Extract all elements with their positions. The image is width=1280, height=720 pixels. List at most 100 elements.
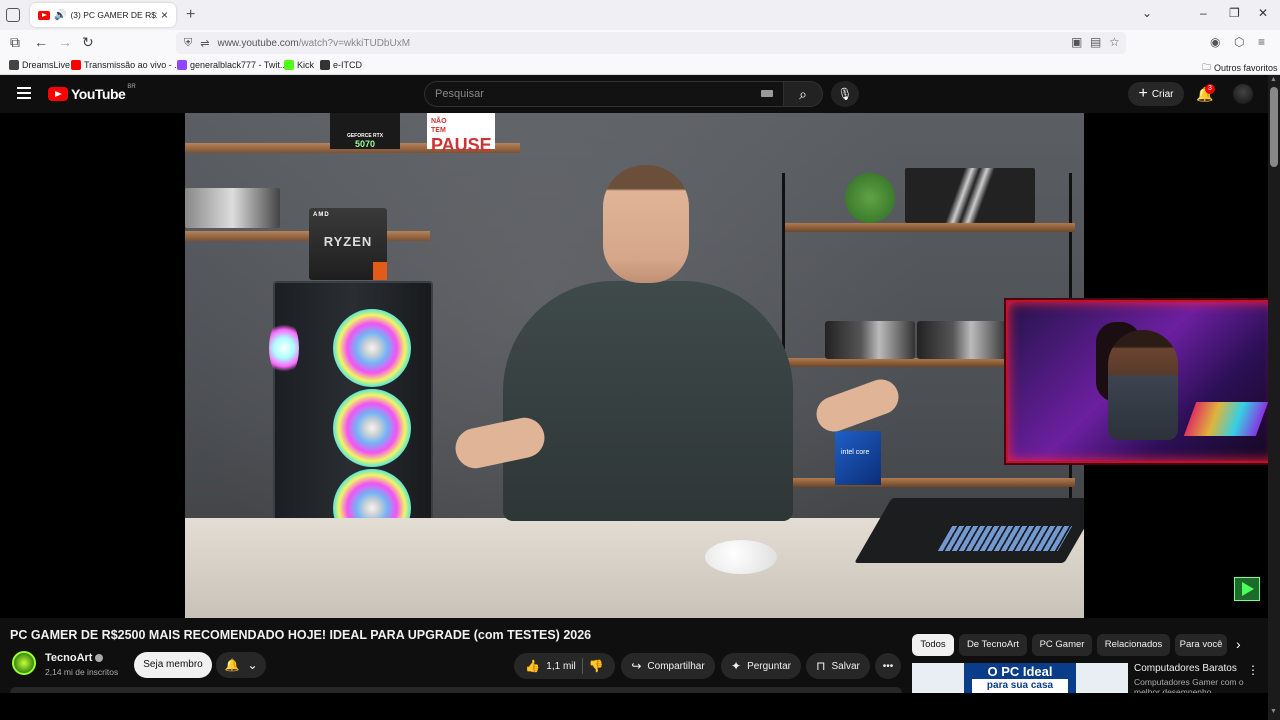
webcam-overlay	[1006, 300, 1278, 463]
shield-icon[interactable]: ⛨	[184, 37, 192, 50]
page-scrollbar[interactable]: ▲ ▼	[1268, 75, 1280, 720]
thumb-line-1: O PC Ideal	[987, 664, 1053, 679]
other-bookmarks[interactable]: 🗀 Outros favoritos	[1202, 60, 1278, 76]
bookmarks-bar: DreamsLive Transmissão ao vivo - ... gen…	[0, 56, 1280, 75]
recommendation-thumbnail[interactable]: O PC Ideal para sua casa	[912, 663, 1128, 693]
menu-icon[interactable]: ≡	[1258, 35, 1265, 49]
scroll-up-icon[interactable]: ▲	[1270, 76, 1277, 83]
keyboard-icon[interactable]	[761, 90, 773, 97]
chevron-down-icon: ⌄	[247, 658, 258, 672]
browser-nav-bar: ⧉ ← → ↻ ⛨ ⇌ www.youtube.com/watch?v=wkki…	[0, 30, 1280, 56]
youtube-logo[interactable]: YouTube BR	[48, 84, 136, 102]
tab-title: (3) PC GAMER DE R$2500 MAIS	[70, 10, 157, 20]
scroll-down-icon[interactable]: ▼	[1270, 708, 1277, 715]
sparkle-icon: ✦	[731, 659, 742, 673]
youtube-icon	[71, 60, 81, 70]
video-player[interactable]: GEFORCE RTX 5070 NÃO TEM PAUSE AMD RYZEN in…	[0, 113, 1278, 618]
share-icon: ↪	[631, 659, 642, 673]
page-bottom	[0, 693, 1268, 720]
plant	[845, 173, 895, 223]
subscriber-count: 2,14 mi de inscritos	[45, 667, 119, 677]
share-button[interactable]: ↪ Compartilhar	[621, 653, 715, 679]
search-button[interactable]: ⌕	[783, 81, 823, 107]
microphone-icon: 🎙	[837, 87, 853, 101]
bookmark-label: Kick	[297, 60, 315, 70]
intel-box: intel core	[835, 431, 881, 485]
site-info-icon[interactable]: ⇌	[200, 37, 209, 50]
recommendation-title[interactable]: Computadores Baratos	[1134, 663, 1237, 674]
reload-icon[interactable]: ↻	[82, 34, 94, 51]
chip-pc-gamer[interactable]: PC Gamer	[1032, 634, 1092, 656]
reader-view-icon[interactable]: ▤	[1090, 35, 1101, 49]
chip-de-tecnoart[interactable]: De TecnoArt	[959, 634, 1027, 656]
thumbnail-text: O PC Ideal para sua casa	[964, 663, 1076, 693]
divider	[581, 658, 583, 674]
avatar[interactable]	[1233, 84, 1253, 104]
side-fan	[269, 318, 299, 378]
tab-overflow-chevron-icon[interactable]: ⌄	[1142, 6, 1152, 20]
channel-avatar[interactable]	[12, 651, 36, 675]
search-input[interactable]: Pesquisar	[424, 81, 785, 107]
kick-icon	[284, 60, 294, 70]
join-button[interactable]: Seja membro	[134, 652, 212, 678]
like-icon[interactable]: 👍	[525, 659, 540, 673]
bookmark-star-icon[interactable]: ☆	[1109, 35, 1120, 49]
youtube-masthead: YouTube BR Pesquisar ⌕ 🎙 + Criar 🔔 3	[0, 75, 1280, 113]
browser-tab-active[interactable]: 🔊 (3) PC GAMER DE R$2500 MAIS ×	[30, 3, 176, 27]
url-path: /watch?v=wkkiTUDbUxM	[298, 37, 411, 49]
close-tab-icon[interactable]: ×	[161, 8, 168, 22]
bookmark-item[interactable]: Kick	[284, 60, 314, 70]
bookmark-item[interactable]: DreamsLive	[9, 60, 70, 70]
presenter-body	[503, 281, 793, 521]
dislike-icon[interactable]: 👎	[589, 659, 604, 673]
voice-search-button[interactable]: 🎙	[831, 81, 859, 107]
mouse	[705, 540, 777, 574]
address-bar[interactable]: ⛨ ⇌ www.youtube.com/watch?v=wkkiTUDbUxM	[176, 32, 1126, 54]
shelf-board	[785, 223, 1075, 232]
minimize-window-icon[interactable]: –	[1200, 6, 1207, 20]
channel-name[interactable]: TecnoArt	[45, 652, 92, 664]
more-actions-button[interactable]: •••	[875, 653, 901, 679]
hamburger-menu-icon[interactable]	[17, 87, 31, 99]
search-icon: ⌕	[799, 86, 807, 102]
bookmark-item[interactable]: Transmissão ao vivo - ...	[71, 60, 182, 70]
speaker-icon[interactable]: 🔊	[54, 10, 66, 21]
like-count[interactable]: 1,1 mil	[546, 661, 575, 672]
chip-para-voce[interactable]: Para você	[1175, 634, 1227, 656]
presenter-head	[603, 165, 689, 283]
sidebar-toggle-icon[interactable]: ⧉	[10, 34, 20, 51]
video-title: PC GAMER DE R$2500 MAIS RECOMENDADO HOJE…	[10, 628, 592, 642]
video-frame[interactable]: GEFORCE RTX 5070 NÃO TEM PAUSE AMD RYZEN in…	[185, 113, 1084, 618]
tab-list-icon[interactable]	[6, 8, 20, 22]
restore-window-icon[interactable]: ❐	[1229, 6, 1240, 20]
folder-icon: 🗀	[1202, 62, 1212, 72]
ask-label: Perguntar	[747, 660, 791, 672]
bookmark-item[interactable]: generalblack777 - Twit...	[177, 60, 287, 70]
dreamslive-icon	[9, 60, 19, 70]
save-button[interactable]: ⊓ Salvar	[806, 653, 870, 679]
chip-todos[interactable]: Todos	[912, 634, 954, 656]
chip-relacionados[interactable]: Relacionados	[1097, 634, 1170, 656]
channel-name-row[interactable]: TecnoArt	[45, 652, 104, 664]
subscription-bell-button[interactable]: 🔔 ⌄	[216, 652, 266, 678]
create-button[interactable]: + Criar	[1128, 82, 1184, 106]
more-vertical-icon[interactable]: ⋮	[1247, 663, 1259, 677]
play-next-icon[interactable]	[1234, 577, 1260, 601]
chevron-right-icon[interactable]: ›	[1236, 636, 1241, 652]
ask-button[interactable]: ✦ Perguntar	[721, 653, 801, 679]
gpu-cooler	[185, 188, 280, 228]
picture-in-picture-icon[interactable]: ▣	[1071, 35, 1082, 49]
scroll-thumb[interactable]	[1270, 87, 1278, 167]
new-tab-icon[interactable]: +	[186, 6, 195, 24]
bookmark-label: e-ITCD	[333, 60, 362, 70]
streamer	[1108, 330, 1178, 440]
rgb-fan	[333, 389, 411, 467]
close-window-icon[interactable]: ✕	[1258, 6, 1268, 20]
account-icon[interactable]: ◉	[1210, 35, 1220, 49]
back-arrow-icon[interactable]: ←	[34, 34, 48, 50]
rgb-fan	[333, 309, 411, 387]
extensions-icon[interactable]: ⬡	[1234, 35, 1244, 49]
forward-arrow-icon[interactable]: →	[58, 34, 72, 50]
laptop-keyboard	[937, 526, 1073, 551]
bookmark-item[interactable]: e-ITCD	[320, 60, 362, 70]
